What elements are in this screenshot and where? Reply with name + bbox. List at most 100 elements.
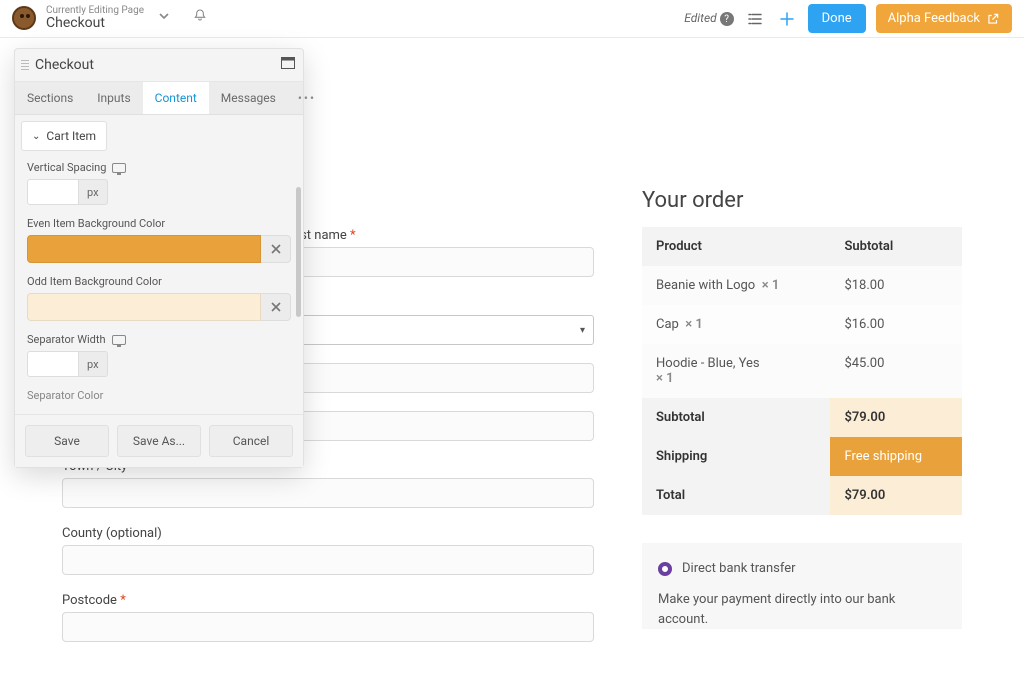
- order-item-price: $16.00: [830, 305, 962, 344]
- ctrl-label: Separator Color: [27, 389, 103, 402]
- feedback-label: Alpha Feedback: [888, 11, 980, 26]
- last-name-input[interactable]: [286, 247, 594, 277]
- order-subtotal-row: Subtotal $79.00: [642, 398, 962, 437]
- ctrl-vertical-spacing: Vertical Spacing px: [27, 161, 291, 205]
- even-bg-clear[interactable]: [261, 235, 291, 263]
- postcode-input[interactable]: [62, 612, 594, 642]
- order-table-head: Product Subtotal: [642, 227, 962, 266]
- done-button[interactable]: Done: [808, 4, 866, 33]
- odd-bg-swatch[interactable]: [27, 293, 261, 321]
- county-input[interactable]: [62, 545, 594, 575]
- unit-label: px: [79, 351, 108, 377]
- app-logo: [12, 6, 36, 30]
- page-title: Checkout: [46, 16, 144, 31]
- total-value: $79.00: [830, 476, 962, 515]
- vertical-spacing-input[interactable]: [27, 179, 79, 205]
- county-field: County (optional): [62, 526, 594, 575]
- shipping-value: Free shipping: [830, 437, 962, 476]
- save-button[interactable]: Save: [25, 425, 109, 457]
- page-title-wrap[interactable]: Currently Editing Page Checkout: [46, 5, 144, 31]
- order-item-name: Cap × 1: [642, 305, 830, 344]
- feedback-button[interactable]: Alpha Feedback: [876, 4, 1012, 33]
- drag-handle-icon[interactable]: [19, 60, 31, 70]
- order-item-row: Hoodie - Blue, Yes× 1 $45.00: [642, 344, 962, 398]
- order-shipping-row: Shipping Free shipping: [642, 437, 962, 476]
- edited-status: Edited ?: [684, 11, 733, 27]
- topbar-right: Edited ? Done Alpha Feedback: [684, 4, 1012, 33]
- tab-sections[interactable]: Sections: [15, 82, 85, 114]
- order-total-row: Total $79.00: [642, 476, 962, 515]
- even-bg-swatch[interactable]: [27, 235, 261, 263]
- postcode-label: Postcode *: [62, 593, 594, 608]
- payment-method-label: Direct bank transfer: [682, 561, 796, 576]
- panel-scrollbar[interactable]: [296, 187, 301, 317]
- outline-icon: [746, 10, 764, 28]
- order-item-name: Beanie with Logo × 1: [642, 266, 830, 305]
- notifications-button[interactable]: [192, 8, 208, 28]
- ctrl-label: Odd Item Background Color: [27, 275, 162, 288]
- add-module-button[interactable]: [776, 8, 798, 30]
- order-heading: Your order: [642, 188, 962, 213]
- subtotal-value: $79.00: [830, 398, 962, 437]
- help-icon[interactable]: ?: [720, 12, 734, 26]
- shipping-label: Shipping: [642, 437, 830, 476]
- odd-bg-clear[interactable]: [261, 293, 291, 321]
- order-item-row: Cap × 1 $16.00: [642, 305, 962, 344]
- last-name-label: Last name *: [286, 228, 594, 243]
- settings-panel: Checkout Sections Inputs Content Message…: [14, 48, 304, 468]
- panel-body: ⌄ Cart Item Vertical Spacing px Even Ite…: [15, 115, 303, 414]
- unit-label: px: [79, 179, 108, 205]
- topbar-left: Currently Editing Page Checkout: [12, 5, 208, 31]
- panel-tabs: Sections Inputs Content Messages •••: [15, 82, 303, 115]
- page-switcher-toggle[interactable]: [154, 6, 174, 30]
- panel-footer: Save Save As... Cancel: [15, 414, 303, 467]
- panel-maximize-button[interactable]: [281, 57, 295, 73]
- order-item-name: Hoodie - Blue, Yes× 1: [642, 344, 830, 398]
- order-column: Your order Product Subtotal Beanie with …: [642, 188, 962, 660]
- chevron-down-icon: ▾: [580, 325, 585, 336]
- section-label: Cart Item: [46, 129, 96, 143]
- order-item-row: Beanie with Logo × 1 $18.00: [642, 266, 962, 305]
- tabs-overflow-button[interactable]: •••: [288, 91, 326, 105]
- order-table: Product Subtotal Beanie with Logo × 1 $1…: [642, 227, 962, 515]
- total-label: Total: [642, 476, 830, 515]
- section-toggle-cart-item[interactable]: ⌄ Cart Item: [21, 121, 107, 151]
- ctrl-separator-width: Separator Width px: [27, 333, 291, 377]
- radio-selected-icon: [658, 562, 672, 576]
- bell-icon: [192, 8, 208, 24]
- chevron-down-icon: [158, 10, 170, 22]
- chevron-down-icon: ⌄: [32, 131, 40, 142]
- payment-desc: Make your payment directly into our bank…: [658, 590, 946, 629]
- panel-header[interactable]: Checkout: [15, 49, 303, 82]
- responsive-icon[interactable]: [112, 335, 126, 345]
- separator-width-input[interactable]: [27, 351, 79, 377]
- ctrl-label: Separator Width: [27, 333, 106, 346]
- ctrl-odd-bg: Odd Item Background Color: [27, 275, 291, 321]
- payment-method-row[interactable]: Direct bank transfer: [658, 561, 946, 576]
- order-item-price: $45.00: [830, 344, 962, 398]
- panel-title: Checkout: [35, 57, 281, 73]
- last-name-field: Last name *: [286, 228, 594, 277]
- window-icon: [281, 57, 295, 69]
- postcode-field: Postcode *: [62, 593, 594, 642]
- col-product: Product: [642, 227, 830, 266]
- close-icon: [270, 243, 282, 255]
- outline-button[interactable]: [744, 8, 766, 30]
- col-subtotal: Subtotal: [830, 227, 962, 266]
- order-item-price: $18.00: [830, 266, 962, 305]
- town-input[interactable]: [62, 478, 594, 508]
- ctrl-separator-color: Separator Color: [27, 389, 291, 402]
- plus-icon: [778, 10, 796, 28]
- ctrl-label: Even Item Background Color: [27, 217, 165, 230]
- save-as-button[interactable]: Save As...: [117, 425, 201, 457]
- tab-messages[interactable]: Messages: [209, 82, 288, 114]
- tab-inputs[interactable]: Inputs: [85, 82, 142, 114]
- tab-content[interactable]: Content: [143, 82, 209, 114]
- external-link-icon: [986, 12, 1000, 26]
- cancel-button[interactable]: Cancel: [209, 425, 293, 457]
- responsive-icon[interactable]: [112, 163, 126, 173]
- close-icon: [270, 301, 282, 313]
- topbar: Currently Editing Page Checkout Edited ?…: [0, 0, 1024, 38]
- subtotal-label: Subtotal: [642, 398, 830, 437]
- ctrl-even-bg: Even Item Background Color: [27, 217, 291, 263]
